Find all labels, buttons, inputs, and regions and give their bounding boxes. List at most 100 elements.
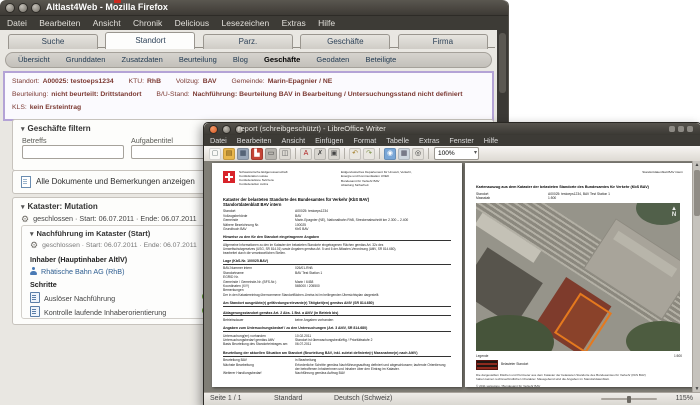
language-indicator: Deutsch (Schweiz): [334, 395, 393, 402]
scroll-up-icon[interactable]: ▲: [693, 161, 700, 169]
indicator-icon: [669, 126, 675, 132]
info-value: RhB: [147, 78, 161, 85]
pdf-titlebar[interactable]: report (schreibgeschützt) - LibreOffice …: [204, 123, 700, 135]
menu-delicious[interactable]: Delicious: [175, 16, 210, 31]
info-value: Nachführung: Beurteilung BAV in Bearbeit…: [192, 91, 463, 98]
redo-icon[interactable]: ↷: [363, 148, 375, 160]
minimize-button[interactable]: [222, 125, 231, 134]
pdf-page-1: Schweizerische Eidgenossenschaft Confédé…: [212, 163, 462, 387]
menu-tabelle[interactable]: Tabelle: [386, 135, 409, 146]
close-button[interactable]: [209, 125, 218, 134]
minimize-button[interactable]: [18, 3, 28, 13]
writer-toolbar: ▢ ▤ ▦ ▙ ▭ ◫ A ✗ ▣ ↶ ↷ ◉ ▦ ◎ 100%: [204, 146, 700, 162]
menu-datei[interactable]: Datei: [210, 135, 227, 146]
section-table: Untersuchung(en) vorhanden 10.02.2011 Unt…: [223, 334, 451, 347]
writer-statusbar: Seite 1 / 1 Standard Deutsch (Schweiz) 1…: [204, 392, 700, 405]
tab-parzellen[interactable]: Parz.: [202, 34, 293, 49]
menu-bearbeiten[interactable]: Bearbeiten: [237, 135, 272, 146]
menu-datei[interactable]: Datei: [7, 16, 27, 31]
map-notes: Die dargestellten Flächen und Perimeter …: [476, 373, 646, 389]
close-button[interactable]: [5, 3, 15, 13]
menu-extras[interactable]: Extras: [419, 135, 439, 146]
info-label: KLS:: [12, 104, 27, 111]
logo-line: Confederaziun svizra: [239, 181, 269, 186]
contaminated-site-swatch: [476, 360, 498, 371]
undo-icon[interactable]: ↶: [349, 148, 361, 160]
documents-link[interactable]: Alle Dokumente und Bemerkungen anzeigen: [36, 177, 195, 186]
step-label[interactable]: Kontrolle laufende Inhaberorientierung: [44, 308, 166, 317]
zoom-slider[interactable]: [601, 395, 657, 403]
collapse-triangle-icon: ▾: [30, 231, 34, 238]
scrollbar-thumb[interactable]: [499, 33, 506, 93]
section-heading: Am Standort ausgeübte(r) gefährdungsrele…: [223, 301, 451, 307]
window-title: report (schreibgeschützt) - LibreOffice …: [238, 124, 386, 133]
subnav-geodaten[interactable]: Geodaten: [316, 55, 349, 64]
scrollbar-thumb[interactable]: [694, 170, 700, 216]
standort-infobox: Standort: A00025: testoeps1234 KTU: RhB Vo…: [3, 71, 494, 121]
report-title: Kataster der belasteten Standorte des Bu…: [223, 197, 369, 208]
map-heading: Kartenauszug aus dem Kataster der belast…: [476, 185, 649, 189]
menu-extras[interactable]: Extras: [282, 16, 306, 31]
gear-icon: ⚙: [30, 240, 39, 250]
menu-chronik[interactable]: Chronik: [133, 16, 162, 31]
subnav-blog[interactable]: Blog: [233, 55, 248, 64]
subnav-zusatzdaten[interactable]: Zusatzdaten: [122, 55, 163, 64]
info-label: B/U-Stand:: [156, 91, 190, 98]
tab-geschaefte[interactable]: Geschäfte: [300, 34, 391, 49]
menu-format[interactable]: Format: [354, 135, 377, 146]
table-icon[interactable]: ▦: [398, 148, 410, 160]
save-icon[interactable]: ▦: [237, 148, 249, 160]
subnav-beurteilung[interactable]: Beurteilung: [179, 55, 217, 64]
open-icon[interactable]: ▤: [223, 148, 235, 160]
task-icon: [30, 292, 40, 303]
betreffs-input[interactable]: [22, 145, 124, 159]
menu-ansicht[interactable]: Ansicht: [93, 16, 121, 31]
pdf-window: report (schreibgeschützt) - LibreOffice …: [203, 122, 700, 405]
subnav-bar: Übersicht Grunddaten Zusatzdaten Beurtei…: [5, 52, 492, 68]
field-row: Betriebsdauer keine Angaben vorhanden: [223, 317, 334, 322]
menu-einfuegen[interactable]: Einfügen: [315, 135, 343, 146]
find-icon[interactable]: ◎: [412, 148, 424, 160]
step-label[interactable]: Auslöser Nachführung: [44, 294, 115, 303]
field-row: Nächste Bearbeitung Erforderliche Schritt…: [223, 362, 446, 371]
menu-bearbeiten[interactable]: Bearbeiten: [39, 16, 80, 31]
zoom-combo[interactable]: 100%: [434, 147, 479, 160]
subnav-uebersicht[interactable]: Übersicht: [18, 55, 50, 64]
inhaber-link[interactable]: Rhätische Bahn AG (RhB): [41, 267, 125, 276]
tab-suche[interactable]: Suche: [8, 34, 98, 49]
hyperlink-icon[interactable]: ◉: [384, 148, 396, 160]
field-row: Massstab 1:500: [476, 196, 557, 200]
menu-fenster[interactable]: Fenster: [449, 135, 473, 146]
info-value: BAV: [202, 78, 217, 85]
maximize-button[interactable]: [31, 3, 41, 13]
menu-hilfe[interactable]: Hilfe: [484, 135, 498, 146]
menu-lesezeichen[interactable]: Lesezeichen: [222, 16, 270, 31]
firefox-titlebar[interactable]: Altlast4Web - Mozilla Firefox: [0, 0, 508, 16]
subnav-geschaefte[interactable]: Geschäfte: [264, 55, 300, 64]
tab-standort[interactable]: Standort: [105, 32, 196, 49]
document-scrollbar[interactable]: ▲ ▼: [692, 161, 700, 393]
copy-icon[interactable]: ▣: [328, 148, 340, 160]
pdf-export-icon[interactable]: ▙: [251, 148, 263, 160]
spellcheck-icon[interactable]: A: [300, 148, 312, 160]
style-indicator: Standard: [274, 395, 303, 402]
nachfuehrung-status: geschlossen · Start: 06.07.2011 · Ende: …: [42, 242, 197, 249]
legend-item: Belasteter Standort: [476, 358, 682, 371]
new-document-icon[interactable]: ▢: [209, 148, 221, 160]
cut-icon[interactable]: ✗: [314, 148, 326, 160]
subnav-grunddaten[interactable]: Grunddaten: [66, 55, 106, 64]
betreffs-label: Betreffs: [22, 136, 47, 145]
tab-firma[interactable]: Firma: [397, 34, 488, 49]
field-row: Grundbuch BAV KbS BAV: [223, 227, 309, 232]
menu-hilfe[interactable]: Hilfe: [318, 16, 335, 31]
kataster-title-label: Kataster: Mutation: [27, 202, 98, 211]
info-value: kein Ersteintrag: [29, 104, 82, 111]
print-icon[interactable]: ▭: [265, 148, 277, 160]
menu-ansicht[interactable]: Ansicht: [282, 135, 306, 146]
preview-icon[interactable]: ◫: [279, 148, 291, 160]
zoom-slider-thumb[interactable]: [627, 395, 631, 403]
federal-header: Schweizerische Eidgenossenschaft Confédé…: [223, 170, 451, 189]
subnav-beteiligte[interactable]: Beteiligte: [365, 55, 396, 64]
window-title: Altlast4Web - Mozilla Firefox: [46, 2, 168, 12]
section-paragraph: Der in den Katastereintrag übernommene S…: [223, 292, 380, 297]
